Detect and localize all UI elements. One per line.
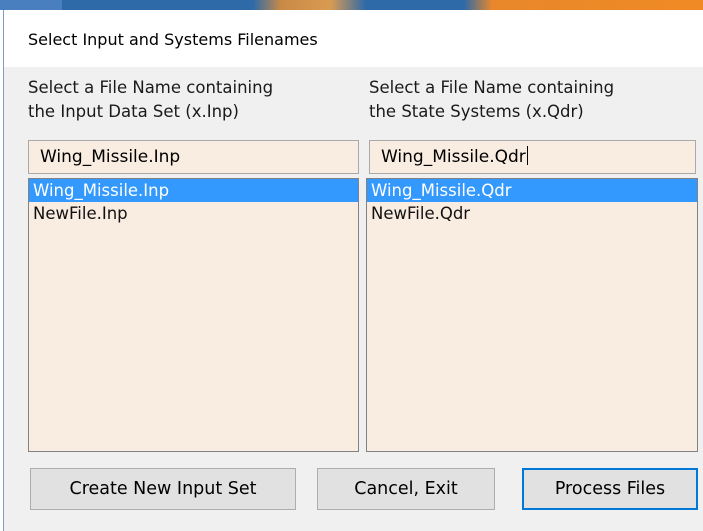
input-list-item[interactable]: NewFile.Inp: [29, 202, 358, 225]
systems-filename-value: Wing_Missile.Qdr: [381, 147, 526, 167]
systems-label-line1: Select a File Name containing: [369, 78, 615, 97]
systems-list-item[interactable]: Wing_Missile.Qdr: [367, 179, 697, 202]
dialog-title: Select Input and Systems Filenames: [28, 30, 318, 49]
input-filename-value: Wing_Missile.Inp: [40, 147, 181, 167]
process-files-button[interactable]: Process Files: [522, 468, 698, 510]
systems-file-listbox[interactable]: Wing_Missile.Qdr NewFile.Qdr: [366, 178, 698, 452]
input-file-listbox[interactable]: Wing_Missile.Inp NewFile.Inp: [28, 178, 359, 452]
cancel-exit-button[interactable]: Cancel, Exit: [317, 468, 495, 510]
input-list-item[interactable]: Wing_Missile.Inp: [29, 179, 358, 202]
select-filenames-dialog: Select Input and Systems Filenames Selec…: [3, 10, 703, 531]
input-label-line1: Select a File Name containing: [28, 78, 274, 97]
systems-label-line2: the State Systems (x.Qdr): [369, 102, 584, 121]
background-window-edge: [0, 0, 62, 10]
background-window-strip: [0, 0, 703, 10]
input-column-label: Select a File Name containing the Input …: [28, 76, 273, 124]
systems-column-label: Select a File Name containing the State …: [369, 76, 614, 124]
create-new-input-set-button[interactable]: Create New Input Set: [30, 468, 296, 510]
systems-filename-field[interactable]: Wing_Missile.Qdr: [369, 140, 696, 174]
input-filename-field[interactable]: Wing_Missile.Inp: [28, 140, 359, 174]
systems-list-item[interactable]: NewFile.Qdr: [367, 202, 697, 225]
input-label-line2: the Input Data Set (x.Inp): [28, 102, 239, 121]
text-caret: [526, 146, 528, 165]
dialog-title-bar: Select Input and Systems Filenames: [4, 10, 703, 67]
